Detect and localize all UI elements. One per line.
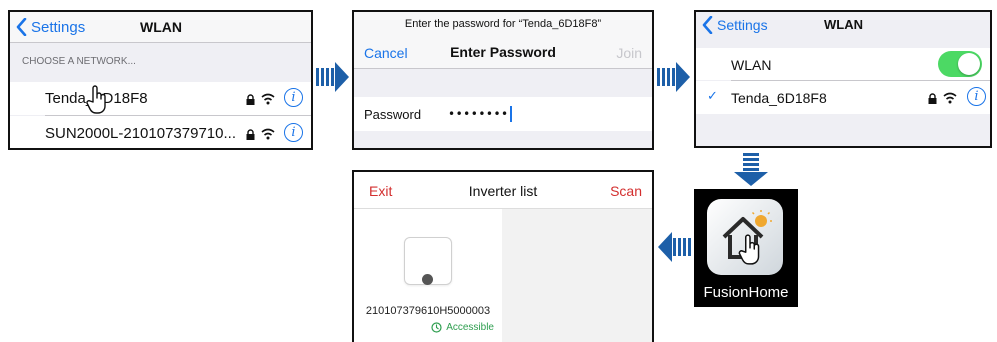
toggle-knob [958,53,980,75]
wifi-icon [261,128,275,140]
wlan-label: WLAN [731,57,772,73]
navigation-bar: Settings WLAN [10,12,311,43]
network-row-sun2000l[interactable]: SUN2000L-210107379710... i [10,116,311,148]
checkmark-icon: ✓ [707,89,718,104]
page-title: Enter Password [450,44,556,60]
network-name: Tenda_6D18F8 [731,90,827,106]
navigation-bar: Settings WLAN [696,12,990,40]
inverter-device-icon [404,237,452,285]
text-cursor [509,106,512,122]
flow-arrow-icon [316,62,349,92]
app-icon[interactable] [707,199,783,275]
app-name: FusionHome [703,284,789,301]
back-button[interactable]: Settings [702,15,768,35]
lock-icon [246,129,255,140]
device-status: Accessible [431,322,494,333]
section-header: CHOOSE A NETWORK... [22,56,136,67]
password-label: Password [364,107,422,122]
wifi-icon [943,92,957,104]
device-status-label: Accessible [446,322,494,333]
back-button[interactable]: Settings [16,17,85,37]
connected-network-row[interactable]: ✓ Tenda_6D18F8 i [696,81,990,114]
scan-button[interactable]: Scan [610,183,642,199]
password-prompt: Enter the password for “Tenda_6D18F8” [404,18,602,30]
password-row[interactable]: Password •••••••• [354,97,652,131]
fusionhome-app-panel: FusionHome [694,189,798,307]
flow-arrow-icon [658,232,691,262]
page-title: Inverter list [468,183,538,199]
navigation-bar: Exit Inverter list Scan [354,172,652,209]
hand-pointer-icon [86,85,106,114]
network-row-tenda[interactable]: Tenda_6D18F8 i [10,82,311,115]
wlan-connected-screen: Settings WLAN WLAN ✓ Tenda_6D18F8 i [694,10,992,148]
flow-arrow-icon [657,62,690,92]
navigation-bar: Enter the password for “Tenda_6D18F8” Ca… [354,12,652,69]
join-button[interactable]: Join [616,45,642,61]
flow-arrow-icon [734,153,768,186]
lock-icon [928,93,937,104]
info-icon[interactable]: i [284,123,303,142]
lock-icon [246,94,255,105]
page-title: WLAN [824,17,863,32]
wifi-icon [261,93,275,105]
device-card[interactable]: 210107379610H5000003 Accessible [354,209,502,342]
password-value: •••••••• [448,107,509,121]
wlan-toggle[interactable] [938,51,982,77]
network-name: SUN2000L-210107379710... [45,125,236,142]
device-serial-number: 210107379610H5000003 [365,305,491,317]
wlan-list-screen: Settings WLAN CHOOSE A NETWORK... Tenda_… [8,10,313,150]
info-icon[interactable]: i [284,88,303,107]
status-circle-icon [431,322,442,333]
enter-password-screen: Enter the password for “Tenda_6D18F8” Ca… [352,10,654,150]
hand-pointer-icon [738,234,760,265]
info-icon[interactable]: i [967,87,986,106]
back-label: Settings [717,17,768,33]
password-input[interactable]: •••••••• [448,105,512,123]
chevron-left-icon [16,18,27,36]
inverter-list-screen: Exit Inverter list Scan 210107379610H500… [352,170,654,342]
wlan-toggle-row: WLAN [696,48,990,80]
chevron-left-icon [702,16,713,34]
back-label: Settings [31,18,86,36]
page-title: WLAN [140,19,182,35]
